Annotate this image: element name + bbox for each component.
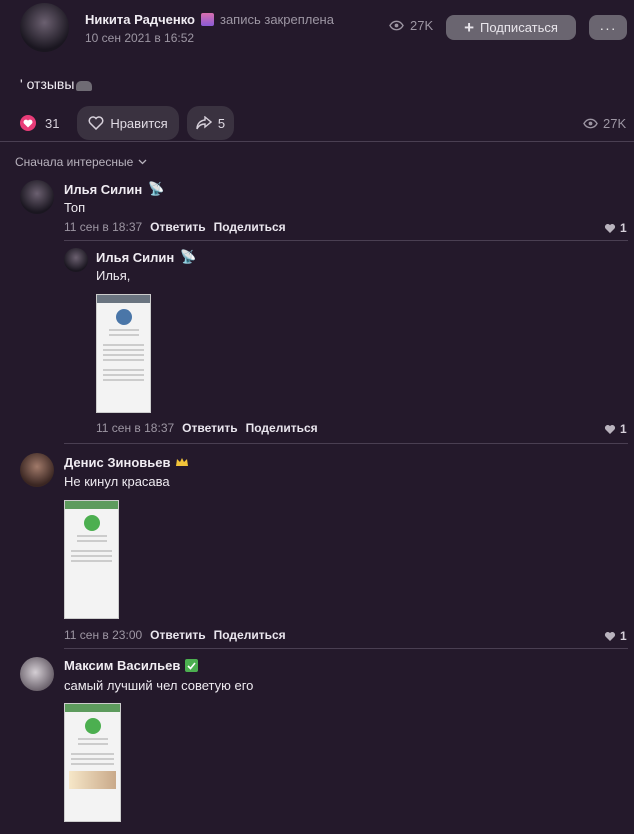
share-button[interactable]: 5 [187,106,234,140]
comment-author-row: Денис Зиновьев [64,455,189,470]
sort-label: Сначала интересные [15,155,134,169]
comment-screenshot-image[interactable] [64,500,119,619]
reply-text: Илья, [96,268,131,283]
comment-avatar[interactable] [20,180,54,214]
comment-text: Не кинул красава [64,474,170,489]
post-divider [0,141,634,142]
post-likes[interactable]: 31 [20,115,59,131]
chevron-down-icon [138,159,147,165]
post-text-row: ' отзывы [20,76,93,92]
comment-avatar[interactable] [20,453,54,487]
comment-divider [64,443,628,444]
post-author-avatar[interactable] [20,3,69,52]
sort-dropdown[interactable]: Сначала интересные [15,155,147,169]
satellite-emoji-icon: 📡 [180,249,197,264]
share-comment-button[interactable]: Поделиться [214,628,286,642]
reply-button[interactable]: Ответить [150,628,205,642]
reply-button[interactable]: Ответить [150,220,205,234]
check-mark-icon [185,659,199,672]
comment-date[interactable]: 11 сен в 23:00 [64,628,142,642]
comment-author[interactable]: Денис Зиновьев [64,455,170,470]
like-button-label: Нравится [110,115,168,131]
reply-screenshot-image[interactable] [96,294,151,413]
share-comment-button[interactable]: Поделиться [214,220,286,234]
comment-avatar[interactable] [20,657,54,691]
subscribe-label: Подписаться [480,20,558,35]
comment-like-button[interactable]: 1 [604,221,627,235]
comment-date[interactable]: 11 сен в 18:37 [64,220,142,234]
comment-divider [64,648,628,649]
post-text: ' отзывы [20,76,75,92]
comment-screenshot-image[interactable] [64,703,121,822]
post-date[interactable]: 10 сен 2021 в 16:52 [85,31,194,45]
comment-like-button[interactable]: 1 [604,629,627,643]
heart-outline-icon [88,116,104,130]
comment-author-row: Максим Васильев [64,658,199,673]
share-count: 5 [217,115,226,131]
raccoon-emoji-icon [76,81,93,91]
satellite-emoji-icon: 📡 [148,181,165,196]
comment-like-count: 1 [620,221,627,235]
heart-filled-icon [20,115,36,131]
reply-like-button[interactable]: 1 [604,422,627,436]
more-options-button[interactable]: ··· [589,15,627,40]
reply-actions: 11 сен в 18:37 Ответить Поделиться [96,421,318,435]
comment-author[interactable]: Максим Васильев [64,658,180,673]
post-header: Никита Радченко запись закреплена [85,12,334,27]
comment-like-count: 1 [620,629,627,643]
share-icon [196,116,212,130]
like-button[interactable]: Нравится [77,106,179,140]
reply-date[interactable]: 11 сен в 18:37 [96,421,174,435]
heart-icon [604,223,616,233]
crown-icon [176,458,189,466]
comment-divider [64,240,628,241]
views-count: 27K [410,18,434,33]
reply-avatar[interactable] [64,248,88,272]
more-icon: ··· [599,19,617,36]
comment-actions: 11 сен в 18:37 Ответить Поделиться [64,220,286,234]
plus-icon: + [464,18,475,37]
reply-author-row: Илья Силин 📡 [96,249,196,265]
post-views-footer: 27K [583,116,626,131]
heart-icon [604,631,616,641]
comment-author-row: Илья Силин 📡 [64,181,164,197]
views-counter: 27K [389,18,433,33]
comment-text: Топ [64,200,86,215]
share-comment-button[interactable]: Поделиться [246,421,318,435]
eye-icon [583,118,598,129]
pinned-label: запись закреплена [219,12,334,27]
reply-author[interactable]: Илья Силин [96,250,174,265]
photo-emoji-icon [200,13,214,26]
comment-actions: 11 сен в 23:00 Ответить Поделиться [64,628,286,642]
eye-icon [389,20,404,31]
comment-text: самый лучший чел советую его [64,678,254,693]
comment-author[interactable]: Илья Силин [64,182,142,197]
post-likes-count: 31 [45,115,60,131]
post-author-name[interactable]: Никита Радченко [85,12,195,27]
subscribe-button[interactable]: + Подписаться [446,15,576,40]
views-footer-count: 27K [603,116,627,131]
reply-button[interactable]: Ответить [182,421,237,435]
reply-like-count: 1 [620,422,627,436]
heart-icon [604,424,616,434]
